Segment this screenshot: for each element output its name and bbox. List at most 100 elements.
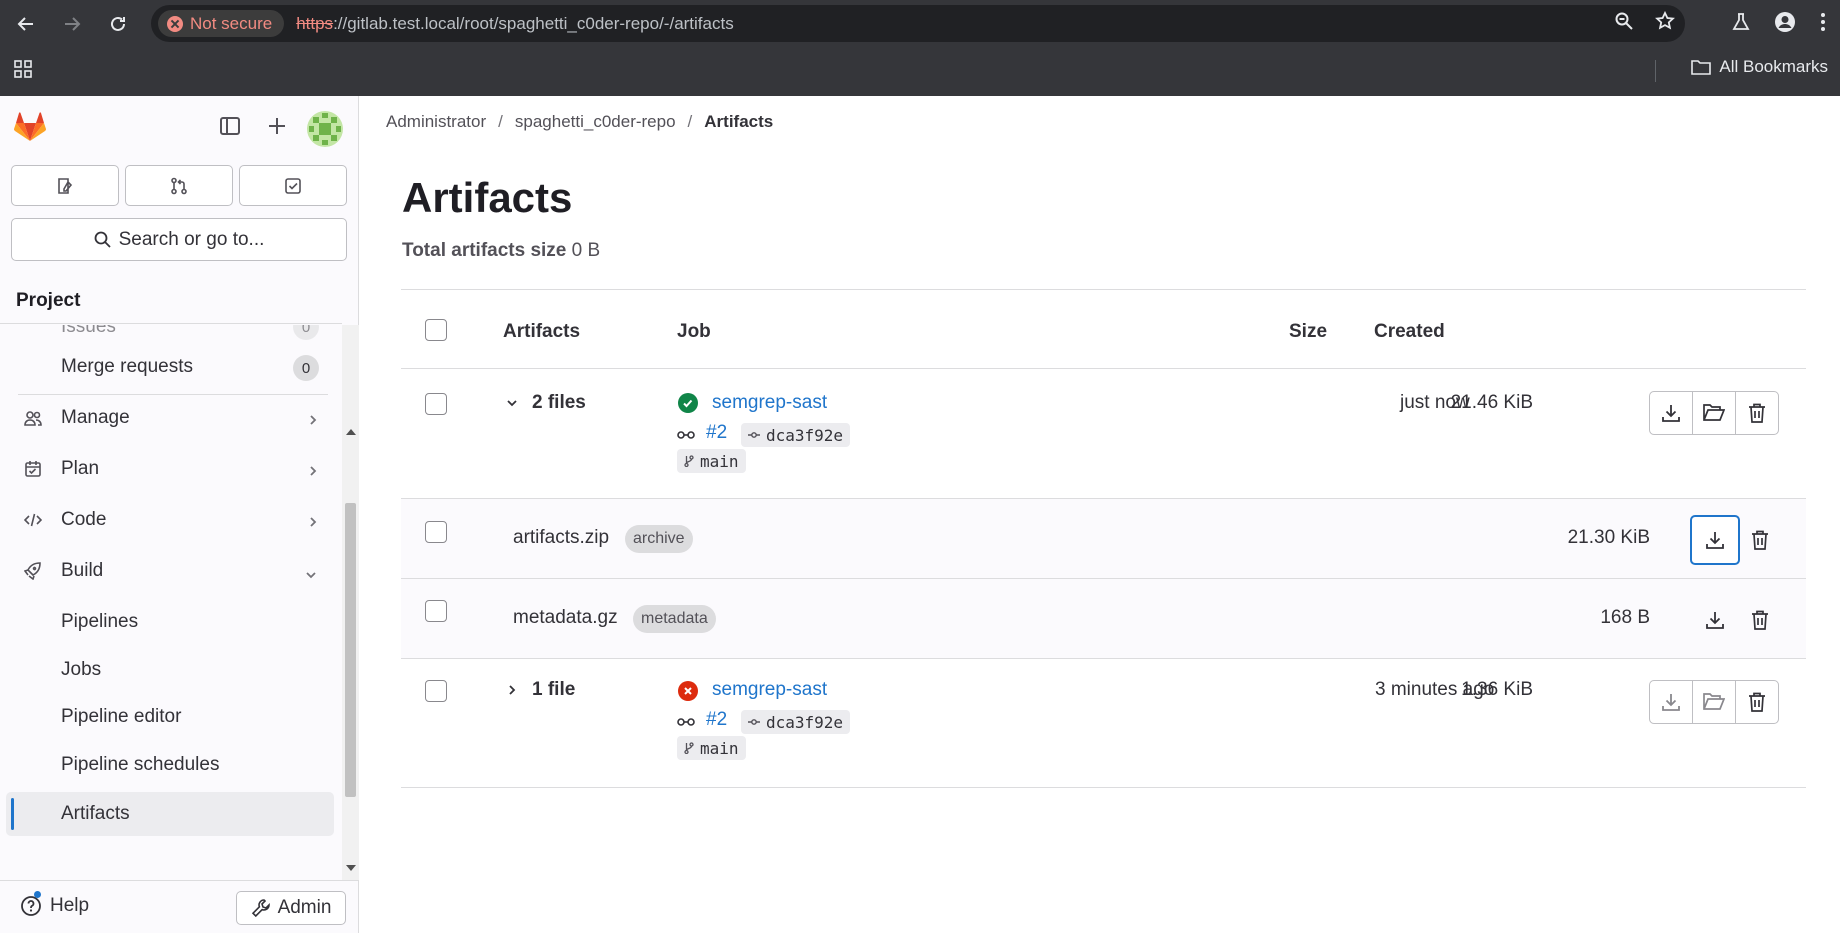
scrollbar-thumb[interactable] <box>345 503 356 797</box>
download-icon <box>1706 532 1724 549</box>
breadcrumb-administrator[interactable]: Administrator <box>386 112 486 132</box>
file-count[interactable]: 1 file <box>532 679 575 701</box>
table-header: Artifacts Job Size Created <box>401 289 1806 369</box>
project-section-header: Project <box>0 278 342 324</box>
delete-button[interactable] <box>1738 598 1782 642</box>
branch-icon <box>684 455 694 467</box>
row-checkbox[interactable] <box>425 393 447 415</box>
breadcrumb-current[interactable]: Artifacts <box>704 112 773 132</box>
delete-button[interactable] <box>1738 518 1782 562</box>
branch-ref[interactable]: main <box>677 736 746 760</box>
issues-icon <box>58 177 73 194</box>
commit-sha-text: dca3f92e <box>766 425 844 445</box>
merge-requests-count-badge: 0 <box>293 355 319 381</box>
sidebar-item-plan[interactable]: Plan <box>6 447 334 491</box>
search-icon <box>94 231 111 248</box>
admin-button[interactable]: Admin <box>236 891 346 925</box>
todos-counter-button[interactable] <box>239 165 347 206</box>
commit-sha-text: dca3f92e <box>766 712 844 732</box>
delete-button[interactable] <box>1735 391 1779 435</box>
forward-icon[interactable] <box>52 4 92 44</box>
bookmark-separator <box>1655 60 1656 82</box>
trash-icon <box>1752 610 1768 630</box>
issues-count-badge: 0 <box>293 325 319 340</box>
row-checkbox[interactable] <box>425 600 447 622</box>
wrench-icon <box>251 899 270 918</box>
row-checkbox[interactable] <box>425 521 447 543</box>
sidebar-item-build[interactable]: Build <box>6 549 334 593</box>
address-bar[interactable]: Not secure https://gitlab.test.local/roo… <box>151 5 1685 42</box>
code-icon <box>23 511 43 535</box>
merge-requests-counter-button[interactable] <box>125 165 233 206</box>
avatar[interactable] <box>307 111 343 147</box>
sidebar-item-label: Merge requests <box>61 356 194 377</box>
create-new-icon[interactable] <box>266 115 288 142</box>
sidebar-item-label: Pipeline editor <box>61 706 182 727</box>
warning-icon <box>167 15 183 32</box>
breadcrumb-project[interactable]: spaghetti_c0der-repo <box>515 112 676 132</box>
gitlab-logo-icon[interactable] <box>14 112 46 147</box>
scroll-down-arrow[interactable] <box>346 865 356 871</box>
back-icon[interactable] <box>6 4 46 44</box>
all-bookmarks-button[interactable]: All Bookmarks <box>1691 57 1828 77</box>
url-text[interactable]: https://gitlab.test.local/root/spaghetti… <box>296 14 734 34</box>
sidebar-item-label: Build <box>61 560 104 581</box>
breadcrumb-separator: / <box>498 112 503 131</box>
branch-ref[interactable]: main <box>677 449 746 473</box>
file-count[interactable]: 2 files <box>532 392 586 414</box>
job-link[interactable]: semgrep-sast <box>712 679 827 701</box>
sidebar-item-label: Manage <box>61 407 130 428</box>
chevron-down-icon[interactable] <box>505 396 519 415</box>
browse-button[interactable] <box>1692 391 1736 435</box>
help-button[interactable]: Help <box>20 895 89 917</box>
reload-icon[interactable] <box>98 4 138 44</box>
search-or-go-to-button[interactable]: Search or go to... <box>11 218 347 261</box>
browse-button[interactable] <box>1692 680 1736 724</box>
profile-icon[interactable] <box>1774 11 1796 38</box>
download-button[interactable] <box>1690 515 1740 565</box>
sidebar-item-code[interactable]: Code <box>6 498 334 542</box>
sidebar-item-pipeline-schedules[interactable]: Pipeline schedules <box>6 743 334 787</box>
labs-icon[interactable] <box>1732 12 1750 37</box>
download-button[interactable] <box>1693 598 1737 642</box>
download-button[interactable] <box>1649 391 1693 435</box>
bookmark-star-icon[interactable] <box>1655 10 1675 36</box>
not-secure-chip[interactable]: Not secure <box>158 10 285 37</box>
sidebar-item-pipelines[interactable]: Pipelines <box>6 600 334 644</box>
pipeline-link[interactable]: #2 <box>706 422 727 444</box>
file-type-badge: metadata <box>633 605 716 633</box>
commit-sha[interactable]: dca3f92e <box>741 423 851 447</box>
row-actions <box>1649 680 1779 724</box>
sidebar-item-merge-requests[interactable]: Merge requests 0 <box>6 345 334 389</box>
branch-name: main <box>700 738 739 758</box>
chevron-right-icon[interactable] <box>505 683 519 702</box>
sidebar-scrollbar[interactable] <box>342 325 359 880</box>
sidebar: Search or go to... Project Issues 0 Merg… <box>0 96 359 933</box>
sidebar-item-artifacts[interactable]: Artifacts <box>6 792 334 836</box>
issues-counter-button[interactable] <box>11 165 119 206</box>
delete-button[interactable] <box>1735 680 1779 724</box>
commit-sha[interactable]: dca3f92e <box>741 710 851 734</box>
download-button[interactable] <box>1649 680 1693 724</box>
page-title: Artifacts <box>402 174 573 221</box>
job-link[interactable]: semgrep-sast <box>712 392 827 414</box>
collapse-sidebar-icon[interactable] <box>219 115 241 142</box>
file-name: artifacts.zip <box>513 527 610 548</box>
sidebar-item-pipeline-editor[interactable]: Pipeline editor <box>6 695 334 739</box>
zoom-icon[interactable] <box>1615 12 1633 35</box>
scroll-up-arrow[interactable] <box>346 429 356 435</box>
admin-label: Admin <box>277 897 332 918</box>
pipeline-link[interactable]: #2 <box>706 709 727 731</box>
row-checkbox[interactable] <box>425 680 447 702</box>
chevron-down-icon <box>304 564 318 586</box>
select-all-checkbox[interactable] <box>425 319 447 341</box>
sidebar-item-jobs[interactable]: Jobs <box>6 648 334 692</box>
sidebar-item-manage[interactable]: Manage <box>6 396 334 440</box>
branch-icon <box>684 742 694 754</box>
folder-icon <box>1691 60 1712 75</box>
kebab-menu-icon[interactable] <box>1820 12 1826 37</box>
users-icon <box>24 409 42 433</box>
apps-grid-icon[interactable] <box>14 60 32 83</box>
download-icon <box>1662 405 1680 422</box>
table-row: 1 file semgrep-sast #2 dca3f92e main 1.3… <box>401 659 1806 788</box>
